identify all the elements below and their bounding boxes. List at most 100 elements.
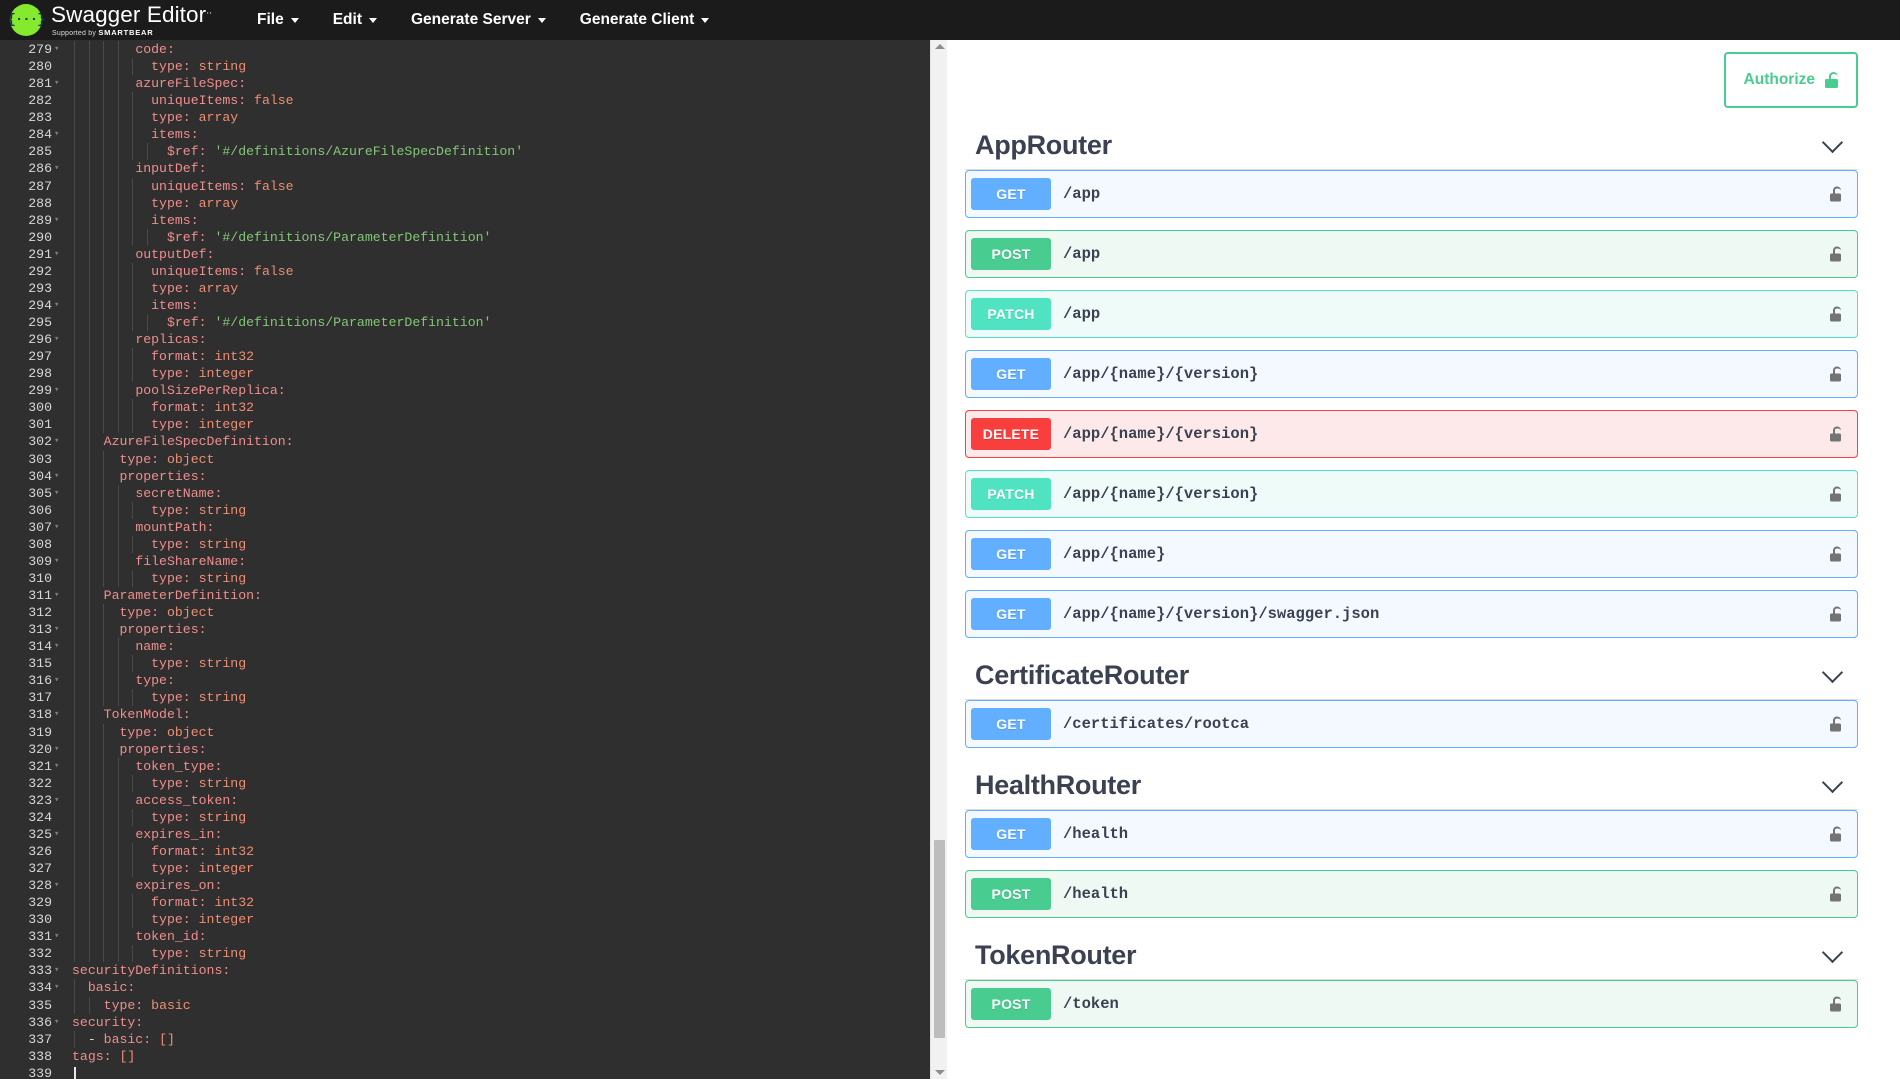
code-line[interactable]: 284▾ items:: [0, 126, 947, 143]
code-line[interactable]: 298 type: integer: [0, 365, 947, 382]
lock-open-icon[interactable]: [1829, 487, 1841, 502]
code-line[interactable]: 312 type: object: [0, 604, 947, 621]
editor-code-area[interactable]: 279▾ code:280 type: string281▾ azureFile…: [0, 40, 947, 1079]
lock-open-icon[interactable]: [1829, 247, 1841, 262]
code-line[interactable]: 308 type: string: [0, 536, 947, 553]
code-line[interactable]: 319 type: object: [0, 724, 947, 741]
operations-list[interactable]: AppRouterGET/appPOST/appPATCH/appGET/app…: [947, 108, 1900, 1079]
operation-row[interactable]: DELETE/app/{name}/{version}: [965, 410, 1858, 458]
fold-toggle-icon[interactable]: ▾: [54, 126, 64, 143]
operation-row[interactable]: GET/certificates/rootca: [965, 700, 1858, 748]
fold-toggle-icon[interactable]: ▾: [54, 468, 64, 485]
fold-toggle-icon[interactable]: ▾: [54, 758, 64, 775]
editor-vertical-scrollbar[interactable]: [930, 40, 947, 1079]
code-line[interactable]: 310 type: string: [0, 570, 947, 587]
code-line[interactable]: 290 $ref: '#/definitions/ParameterDefini…: [0, 229, 947, 246]
operation-row[interactable]: POST/app: [965, 230, 1858, 278]
fold-toggle-icon[interactable]: ▾: [54, 877, 64, 894]
fold-toggle-icon[interactable]: ▾: [54, 41, 64, 58]
code-line[interactable]: 327 type: integer: [0, 860, 947, 877]
code-line[interactable]: 291▾ outputDef:: [0, 246, 947, 263]
fold-toggle-icon[interactable]: ▾: [54, 246, 64, 263]
code-line[interactable]: 336▾security:: [0, 1014, 947, 1031]
code-line[interactable]: 335 type: basic: [0, 997, 947, 1014]
chevron-down-icon[interactable]: [1822, 942, 1843, 963]
lock-open-icon[interactable]: [1829, 887, 1841, 902]
code-line[interactable]: 311▾ ParameterDefinition:: [0, 587, 947, 604]
code-line[interactable]: 316▾ type:: [0, 672, 947, 689]
code-line[interactable]: 283 type: array: [0, 109, 947, 126]
operation-row[interactable]: GET/app/{name}/{version}: [965, 350, 1858, 398]
lock-open-icon[interactable]: [1829, 717, 1841, 732]
editor-scrollbar-thumb[interactable]: [934, 840, 945, 1038]
yaml-editor[interactable]: 279▾ code:280 type: string281▾ azureFile…: [0, 40, 947, 1079]
lock-open-icon[interactable]: [1829, 427, 1841, 442]
code-line[interactable]: 313▾ properties:: [0, 621, 947, 638]
code-line[interactable]: 306 type: string: [0, 502, 947, 519]
lock-open-icon[interactable]: [1829, 187, 1841, 202]
code-line[interactable]: 292 uniqueItems: false: [0, 263, 947, 280]
code-line[interactable]: 304▾ properties:: [0, 468, 947, 485]
lock-open-icon[interactable]: [1829, 997, 1841, 1012]
code-line[interactable]: 281▾ azureFileSpec:: [0, 75, 947, 92]
menu-edit[interactable]: Edit: [321, 5, 389, 35]
code-line[interactable]: 324 type: string: [0, 809, 947, 826]
code-line[interactable]: 295 $ref: '#/definitions/ParameterDefini…: [0, 314, 947, 331]
code-line[interactable]: 332 type: string: [0, 945, 947, 962]
code-line[interactable]: 331▾ token_id:: [0, 928, 947, 945]
code-line[interactable]: 299▾ poolSizePerReplica:: [0, 382, 947, 399]
fold-toggle-icon[interactable]: ▾: [54, 979, 64, 996]
app-logo[interactable]: {···} Swagger Editor.. Supported by SMAR…: [10, 3, 212, 37]
code-line[interactable]: 314▾ name:: [0, 638, 947, 655]
code-line[interactable]: 303 type: object: [0, 451, 947, 468]
fold-toggle-icon[interactable]: ▾: [54, 621, 64, 638]
fold-toggle-icon[interactable]: ▾: [54, 75, 64, 92]
code-line[interactable]: 321▾ token_type:: [0, 758, 947, 775]
operation-row[interactable]: GET/health: [965, 810, 1858, 858]
code-line[interactable]: 288 type: array: [0, 195, 947, 212]
code-line[interactable]: 330 type: integer: [0, 911, 947, 928]
fold-toggle-icon[interactable]: ▾: [54, 485, 64, 502]
code-line[interactable]: 338tags: []: [0, 1048, 947, 1065]
fold-toggle-icon[interactable]: ▾: [54, 382, 64, 399]
code-line[interactable]: 309▾ fileShareName:: [0, 553, 947, 570]
code-line[interactable]: 320▾ properties:: [0, 741, 947, 758]
fold-toggle-icon[interactable]: ▾: [54, 587, 64, 604]
code-line[interactable]: 325▾ expires_in:: [0, 826, 947, 843]
fold-toggle-icon[interactable]: ▾: [54, 792, 64, 809]
code-line[interactable]: 287 uniqueItems: false: [0, 178, 947, 195]
tag-header[interactable]: HealthRouter: [965, 762, 1858, 810]
operation-row[interactable]: GET/app: [965, 170, 1858, 218]
fold-toggle-icon[interactable]: ▾: [54, 519, 64, 536]
code-line[interactable]: 301 type: integer: [0, 416, 947, 433]
fold-toggle-icon[interactable]: ▾: [54, 553, 64, 570]
scroll-up-arrow-icon[interactable]: [935, 44, 945, 49]
fold-toggle-icon[interactable]: ▾: [54, 638, 64, 655]
code-line[interactable]: 315 type: string: [0, 655, 947, 672]
fold-toggle-icon[interactable]: ▾: [54, 928, 64, 945]
code-line[interactable]: 300 format: int32: [0, 399, 947, 416]
code-line[interactable]: 294▾ items:: [0, 297, 947, 314]
lock-open-icon[interactable]: [1829, 547, 1841, 562]
lock-open-icon[interactable]: [1829, 307, 1841, 322]
code-line[interactable]: 297 format: int32: [0, 348, 947, 365]
scroll-down-arrow-icon[interactable]: [935, 1070, 945, 1075]
code-line[interactable]: 296▾ replicas:: [0, 331, 947, 348]
code-line[interactable]: 305▾ secretName:: [0, 485, 947, 502]
code-line[interactable]: 317 type: string: [0, 689, 947, 706]
operation-row[interactable]: POST/token: [965, 980, 1858, 1028]
code-line[interactable]: 282 uniqueItems: false: [0, 92, 947, 109]
menu-generate-server[interactable]: Generate Server: [399, 5, 558, 35]
code-line[interactable]: 326 format: int32: [0, 843, 947, 860]
code-line[interactable]: 318▾ TokenModel:: [0, 706, 947, 723]
fold-toggle-icon[interactable]: ▾: [54, 962, 64, 979]
code-line[interactable]: 307▾ mountPath:: [0, 519, 947, 536]
code-line[interactable]: 328▾ expires_on:: [0, 877, 947, 894]
chevron-down-icon[interactable]: [1822, 772, 1843, 793]
code-line[interactable]: 293 type: array: [0, 280, 947, 297]
tag-header[interactable]: CertificateRouter: [965, 652, 1858, 700]
code-line[interactable]: 329 format: int32: [0, 894, 947, 911]
code-line[interactable]: 333▾securityDefinitions:: [0, 962, 947, 979]
authorize-button[interactable]: Authorize: [1724, 52, 1858, 108]
menu-file[interactable]: File: [245, 5, 311, 35]
